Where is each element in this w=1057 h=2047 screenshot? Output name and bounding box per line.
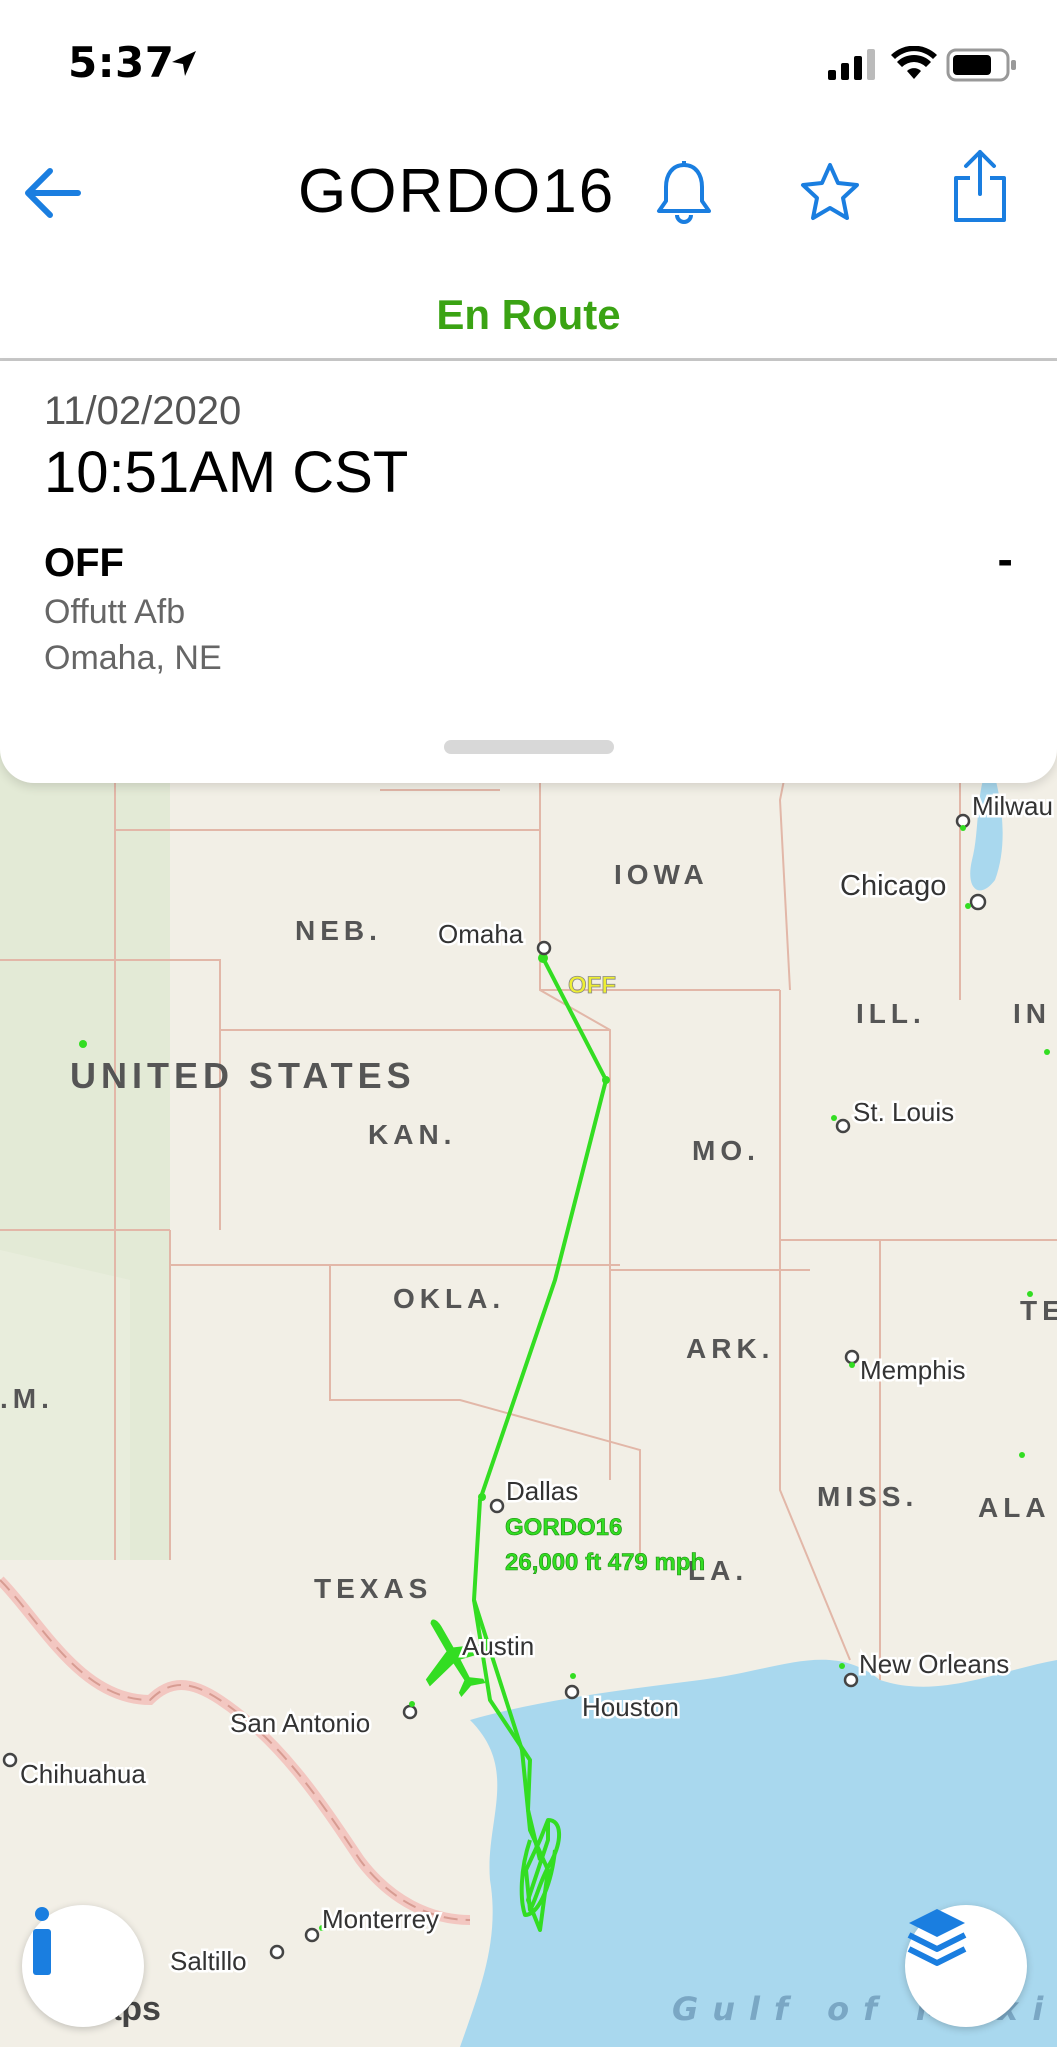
layers-button[interactable]: [905, 1905, 1027, 2027]
state-label: IOWA: [614, 859, 709, 890]
share-button[interactable]: [942, 148, 1018, 224]
airport-code: OFF: [44, 541, 124, 585]
back-arrow-icon: [25, 168, 81, 218]
back-button[interactable]: [18, 160, 84, 226]
flight-map[interactable]: IOWA NEB. ILL. IN KAN. MO. OKLA. ARK. TE…: [0, 560, 1057, 2047]
city-label: Memphis: [860, 1355, 965, 1385]
flight-status: En Route: [436, 291, 621, 338]
bell-icon: [657, 161, 711, 224]
aircraft-label: GORDO16: [505, 1514, 622, 1541]
state-label: MISS.: [817, 1481, 918, 1512]
location-arrow-icon: [172, 51, 196, 76]
aircraft-detail: 26,000 ft 479 mph: [505, 1549, 705, 1576]
city-label: San Antonio: [230, 1708, 370, 1738]
city-label: Saltillo: [170, 1946, 247, 1976]
city-label: Houston: [582, 1692, 679, 1722]
state-label: NEB.: [295, 915, 382, 946]
airport-city: Omaha, NE: [44, 639, 222, 677]
state-label: ILL.: [856, 998, 926, 1029]
favorite-button[interactable]: [792, 154, 868, 230]
city-label: Omaha: [438, 919, 524, 949]
city-label: New Orleans: [859, 1649, 1009, 1679]
state-label: ALA: [978, 1492, 1051, 1523]
city-label: St. Louis: [853, 1097, 954, 1127]
state-label: TEN: [1020, 1295, 1057, 1326]
city-label: Austin: [462, 1631, 534, 1661]
map-canvas: IOWA NEB. ILL. IN KAN. MO. OKLA. ARK. TE…: [0, 560, 1057, 2047]
airport-name: Offutt Afb: [44, 593, 186, 631]
status-time: 5:37: [68, 38, 175, 87]
star-icon: [801, 163, 859, 220]
departure-time: 10:51AM CST: [44, 440, 409, 505]
state-label: ARK.: [686, 1333, 774, 1364]
wifi-icon: [891, 46, 937, 79]
city-label: Chicago: [840, 870, 946, 902]
nav-bar: GORDO16: [0, 130, 1057, 250]
flight-status-row: En Route: [0, 270, 1057, 360]
status-bar: 5:37: [0, 0, 1057, 120]
city-label: Dallas: [506, 1476, 578, 1506]
gate-placeholder: -: [997, 539, 1013, 583]
layers-icon: [907, 1909, 967, 1966]
alert-button[interactable]: [646, 154, 722, 230]
state-label: OKLA.: [393, 1283, 505, 1314]
city-label: Monterrey: [322, 1904, 439, 1934]
state-label: TEXAS: [314, 1573, 432, 1604]
city-label: Milwau: [972, 791, 1053, 821]
share-icon: [954, 150, 1006, 222]
battery-icon: [946, 48, 1016, 82]
state-label: .M.: [0, 1383, 54, 1414]
info-button[interactable]: [22, 1905, 144, 2027]
state-label: KAN.: [368, 1119, 456, 1150]
info-icon: [33, 1907, 51, 1975]
origin-label: OFF: [568, 972, 616, 999]
departure-card[interactable]: 11/02/2020 10:51AM CST OFF - Offutt Afb …: [0, 361, 1057, 783]
city-label: Chihuahua: [20, 1759, 146, 1789]
state-label: IN: [1013, 998, 1051, 1029]
page-title: GORDO16: [298, 157, 616, 226]
cellular-signal-icon: [828, 49, 875, 80]
departure-date: 11/02/2020: [44, 389, 242, 433]
state-label: MO.: [692, 1135, 760, 1166]
drag-handle[interactable]: [444, 740, 614, 754]
country-label: UNITED STATES: [70, 1055, 416, 1096]
